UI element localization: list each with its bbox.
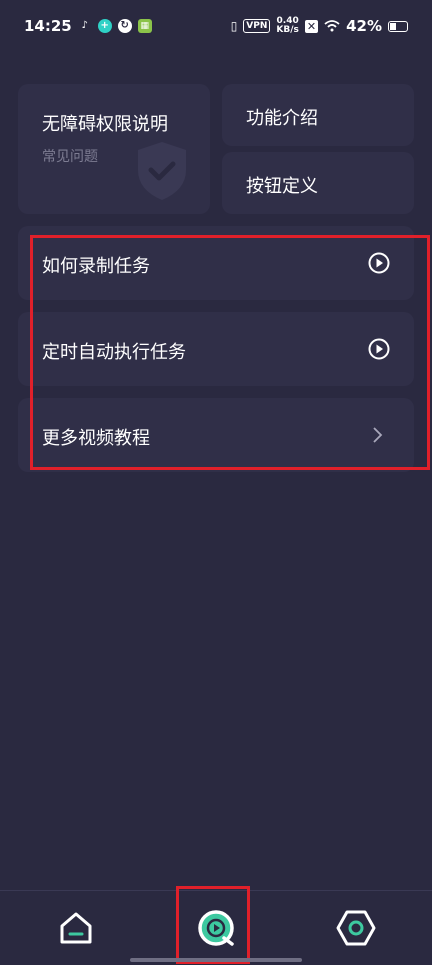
nav-home[interactable] — [46, 891, 106, 965]
net-speed-unit: KB/s — [276, 25, 299, 35]
button-definition-card[interactable]: 按钮定义 — [222, 152, 414, 214]
accessibility-subtitle: 常见问题 — [42, 149, 98, 165]
hexagon-settings-icon — [336, 910, 376, 946]
wifi-icon — [324, 20, 340, 32]
tutorial-row-record-task[interactable]: 如何录制任务 — [18, 226, 414, 300]
home-icon — [60, 912, 92, 944]
vibrate-icon: ▯ — [230, 19, 238, 33]
chevron-right-icon — [373, 427, 383, 443]
feature-intro-card[interactable]: 功能介绍 — [222, 84, 414, 146]
battery-icon — [388, 20, 408, 32]
play-circle-icon — [368, 338, 390, 360]
sync-icon: ↻ — [117, 19, 132, 33]
accessibility-card[interactable]: 无障碍权限说明 常见问题 — [18, 84, 210, 214]
tutorial-row-label: 定时自动执行任务 — [42, 342, 186, 363]
play-circle-icon — [368, 252, 390, 274]
play-circle-icon — [198, 910, 234, 946]
net-speed: 0.40 KB/s — [276, 17, 298, 35]
feature-intro-title: 功能介绍 — [246, 108, 318, 129]
bottom-nav — [0, 890, 432, 965]
status-time: 14:25 — [24, 17, 72, 35]
home-indicator — [130, 958, 302, 962]
grid-app-icon: ▦ — [137, 19, 152, 33]
status-right: ▯ VPN 0.40 KB/s ✕ 42% — [231, 17, 408, 35]
status-left: 14:25 ♪ + ↻ ▦ — [24, 17, 152, 35]
vpn-badge: VPN — [243, 19, 271, 33]
battery-fill — [390, 22, 397, 30]
status-bar: 14:25 ♪ + ↻ ▦ ▯ VPN 0.40 KB/s ✕ 42% — [0, 0, 432, 52]
button-definition-title: 按钮定义 — [246, 176, 318, 197]
tutorial-row-scheduled-task[interactable]: 定时自动执行任务 — [18, 312, 414, 386]
shield-check-icon — [138, 142, 186, 200]
accessibility-title: 无障碍权限说明 — [42, 114, 168, 135]
sim-x-icon: ✕ — [304, 19, 319, 33]
nav-settings[interactable] — [326, 891, 386, 965]
plus-circle-icon: + — [97, 19, 112, 33]
tutorial-row-more-videos[interactable]: 更多视频教程 — [18, 398, 414, 472]
tutorial-row-label: 更多视频教程 — [42, 428, 150, 449]
tutorial-row-label: 如何录制任务 — [42, 256, 150, 277]
nav-tutorial[interactable] — [186, 891, 246, 965]
tiktok-icon: ♪ — [81, 20, 88, 31]
battery-percent: 42% — [346, 17, 382, 35]
